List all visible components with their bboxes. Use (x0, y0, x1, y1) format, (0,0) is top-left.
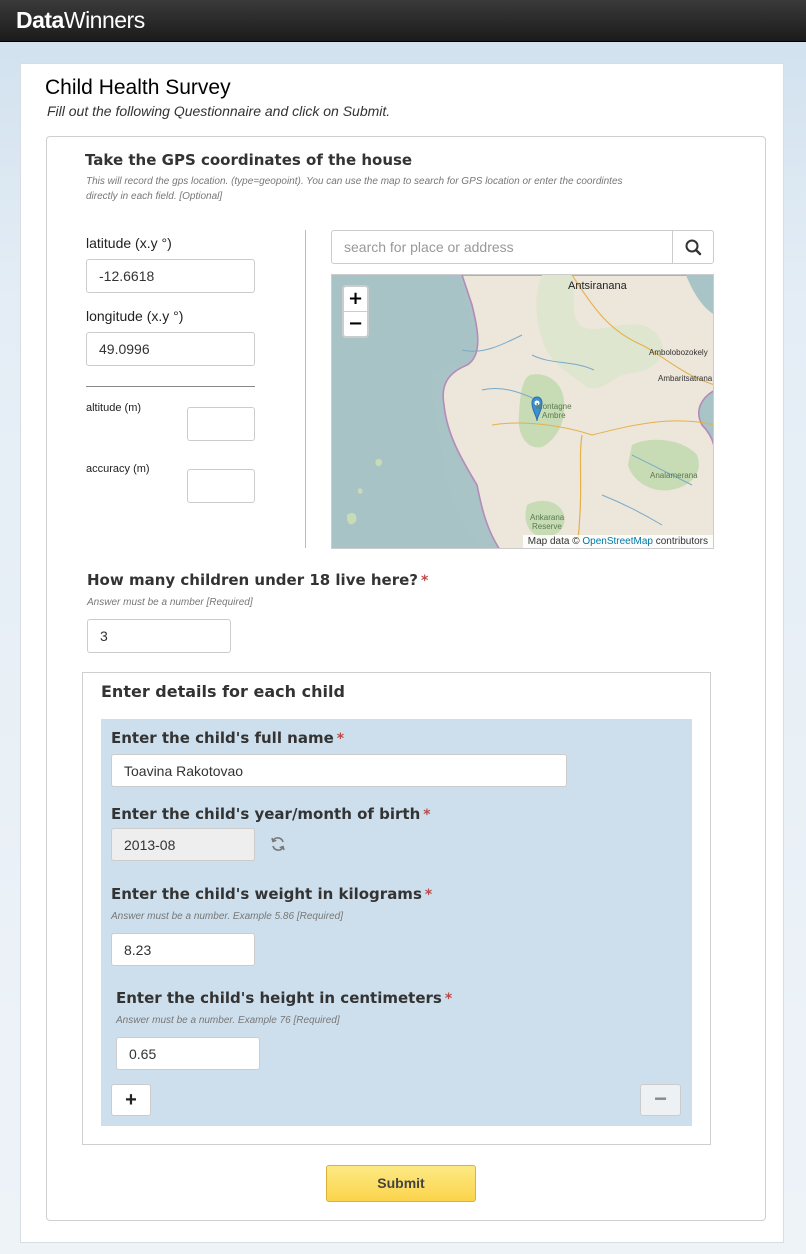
map-label-montagne: Montagne (536, 402, 572, 411)
child-details-repeat: Enter details for each child Enter the c… (82, 672, 711, 1145)
map-label-reserve: Reserve (532, 522, 562, 531)
children-count-hint: Answer must be a number [Required] (87, 597, 253, 608)
required-marker: * (421, 573, 429, 589)
child-height-hint: Answer must be a number. Example 76 [Req… (116, 1015, 340, 1026)
longitude-label: longitude (x.y °) (86, 308, 184, 324)
child-name-label: Enter the child's full name * (111, 729, 345, 747)
accuracy-input[interactable] (187, 469, 255, 503)
attribution-prefix: Map data © (527, 536, 580, 547)
top-bar: DataWinners (0, 0, 806, 42)
child-height-label: Enter the child's height in centimeters * (116, 989, 453, 1007)
datawinners-logo[interactable]: DataWinners (16, 7, 145, 34)
required-marker: * (424, 887, 433, 903)
required-marker: * (444, 991, 453, 1007)
child-details-title: Enter details for each child (101, 682, 345, 701)
child-weight-hint: Answer must be a number. Example 5.86 [R… (111, 911, 343, 922)
child-details-group: Enter the child's full name * Toavina Rak… (101, 719, 692, 1126)
coordinate-divider (86, 386, 255, 387)
latitude-label: latitude (x.y °) (86, 235, 172, 251)
child-birth-label: Enter the child's year/month of birth * (111, 805, 431, 823)
altitude-input[interactable] (187, 407, 255, 441)
longitude-input[interactable]: 49.0996 (86, 332, 255, 366)
gps-hint-line2: directly in each field. [Optional] (86, 191, 223, 202)
accuracy-label: accuracy (m) (86, 463, 150, 475)
map-label-ambolobozokely: Ambolobozokely (649, 348, 708, 357)
child-name-input[interactable]: Toavina Rakotovao (111, 754, 567, 787)
map-search-button[interactable] (672, 230, 714, 264)
attribution-suffix: contributors (655, 536, 708, 547)
page-subtitle: Fill out the following Questionnaire and… (47, 103, 391, 119)
survey-form: Take the GPS coordinates of the house Th… (46, 136, 766, 1221)
gps-question-label: Take the GPS coordinates of the house (85, 151, 413, 169)
map-attribution: Map data © OpenStreetMap contributors (522, 535, 713, 548)
openstreetmap-link[interactable]: OpenStreetMap (582, 536, 653, 547)
children-count-input[interactable]: 3 (87, 619, 231, 653)
map-tiles (332, 275, 713, 548)
map-label-analamerana: Analamerana (650, 471, 698, 480)
child-weight-input[interactable]: 8.23 (111, 933, 255, 966)
map-label-ambre: Ambre (542, 411, 566, 420)
submit-button[interactable]: Submit (326, 1165, 476, 1202)
child-height-input[interactable]: 0.65 (116, 1037, 260, 1070)
refresh-icon[interactable] (269, 835, 287, 853)
map-label-antsiranana: Antsiranana (568, 280, 627, 292)
map-label-ankarana: Ankarana (530, 513, 565, 522)
gps-hint-line1: This will record the gps location. (type… (86, 176, 623, 187)
altitude-label: altitude (m) (86, 402, 142, 414)
map-view[interactable]: + − Antsiranana Ambolobozokely Ambaritsa… (331, 274, 714, 549)
latitude-input[interactable]: -12.6618 (86, 259, 255, 293)
search-icon (685, 239, 702, 256)
map-search-input[interactable]: search for place or address (331, 230, 673, 264)
page-title: Child Health Survey (45, 76, 231, 99)
zoom-out-button[interactable]: − (344, 311, 367, 335)
map-zoom-control: + − (342, 285, 369, 338)
children-count-label: How many children under 18 live here? * (87, 571, 429, 589)
gps-divider (305, 230, 306, 548)
map-label-ambaritsatrana: Ambaritsatrana (658, 374, 713, 383)
required-marker: * (336, 731, 345, 747)
add-child-button[interactable]: + (111, 1084, 151, 1116)
child-birth-input[interactable]: 2013-08 (111, 828, 255, 861)
page-container: Child Health Survey Fill out the followi… (20, 63, 784, 1243)
zoom-in-button[interactable]: + (344, 287, 367, 311)
child-weight-label: Enter the child's weight in kilograms * (111, 885, 433, 903)
required-marker: * (423, 807, 431, 823)
remove-child-button[interactable]: − (640, 1084, 681, 1116)
